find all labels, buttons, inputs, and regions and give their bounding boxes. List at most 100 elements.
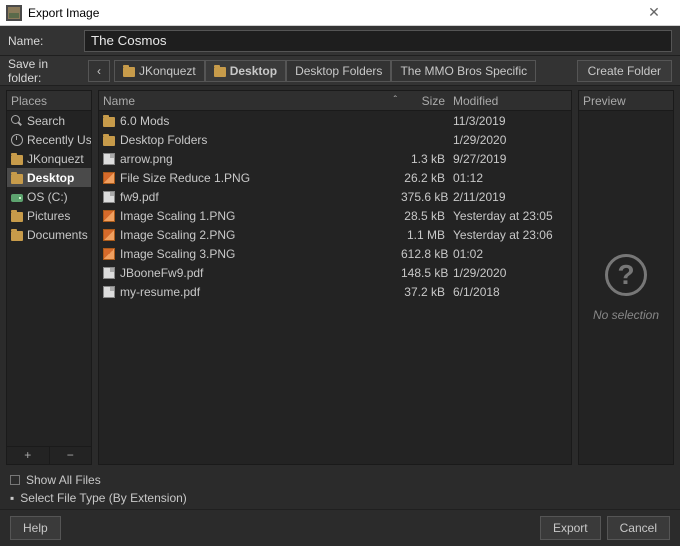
file-size: 1.3 kB	[401, 152, 453, 166]
file-row[interactable]: Desktop Folders1/29/2020	[99, 130, 571, 149]
img-icon	[103, 210, 115, 222]
file-name: Image Scaling 2.PNG	[120, 228, 235, 242]
path-segment-label: JKonquezt	[139, 64, 196, 78]
show-all-files-checkbox[interactable]	[10, 475, 20, 485]
path-segment-3[interactable]: The MMO Bros Specific	[391, 60, 536, 82]
col-name-header[interactable]: Name	[103, 94, 135, 108]
file-row[interactable]: Image Scaling 2.PNG 1.1 MBYesterday at 23…	[99, 225, 571, 244]
main-area: Places Search Recently Us… JKonquezt Deskto…	[0, 86, 680, 469]
clock-icon	[11, 134, 23, 146]
folder-icon	[11, 231, 23, 241]
file-name: fw9.pdf	[120, 190, 159, 204]
path-segment-2[interactable]: Desktop Folders	[286, 60, 391, 82]
file-size: 375.6 kB	[401, 190, 453, 204]
files-panel: Name ˆ Size Modified 6.0 Mods 11/3/2019 De…	[98, 90, 572, 465]
file-size: 26.2 kB	[401, 171, 453, 185]
places-item-os-c-[interactable]: OS (C:)	[7, 187, 91, 206]
folder-icon	[11, 212, 23, 222]
doc-icon	[103, 153, 115, 165]
places-item-pictures[interactable]: Pictures	[7, 206, 91, 225]
search-icon	[11, 115, 23, 127]
file-name: Image Scaling 3.PNG	[120, 247, 235, 261]
img-icon	[103, 172, 115, 184]
file-name: my-resume.pdf	[120, 285, 200, 299]
file-modified: 6/1/2018	[453, 285, 567, 299]
path-segment-1[interactable]: Desktop	[205, 60, 286, 82]
file-row[interactable]: arrow.png1.3 kB9/27/2019	[99, 149, 571, 168]
places-item-desktop[interactable]: Desktop	[7, 168, 91, 187]
file-size: 37.2 kB	[401, 285, 453, 299]
col-modified-header[interactable]: Modified	[453, 94, 567, 108]
file-row[interactable]: fw9.pdf 375.6 kB2/11/2019	[99, 187, 571, 206]
doc-icon	[103, 191, 115, 203]
file-row[interactable]: Image Scaling 3.PNG612.8 kB01:02	[99, 244, 571, 263]
path-segment-label: Desktop Folders	[295, 64, 382, 78]
folder-icon	[11, 174, 23, 184]
places-header[interactable]: Places	[7, 91, 91, 111]
doc-icon	[103, 286, 115, 298]
close-button[interactable]: ✕	[634, 4, 674, 21]
show-all-files-label: Show All Files	[26, 473, 101, 487]
file-name: File Size Reduce 1.PNG	[120, 171, 250, 185]
file-row[interactable]: 6.0 Mods 11/3/2019	[99, 111, 571, 130]
file-size: 612.8 kB	[401, 247, 453, 261]
preview-header: Preview	[579, 91, 673, 111]
file-name: arrow.png	[120, 152, 173, 166]
path-segment-0[interactable]: JKonquezt	[114, 60, 205, 82]
export-button[interactable]: Export	[540, 516, 601, 540]
file-modified: 1/29/2020	[453, 266, 567, 280]
file-name: 6.0 Mods	[120, 114, 169, 128]
path-back-button[interactable]: ‹	[88, 60, 110, 82]
folder-icon	[103, 136, 115, 146]
file-size: 28.5 kB	[401, 209, 453, 223]
places-footer: + −	[7, 446, 91, 464]
file-size: 148.5 kB	[401, 266, 453, 280]
name-row: Name:	[0, 26, 680, 56]
doc-icon	[103, 267, 115, 279]
footer: Help Export Cancel	[0, 509, 680, 546]
places-item-label: Search	[27, 114, 65, 128]
file-name: Desktop Folders	[120, 133, 207, 147]
folder-icon	[214, 67, 226, 77]
save-in-folder-label: Save in folder:	[8, 57, 84, 85]
app-icon	[6, 5, 22, 21]
select-file-type-expander[interactable]: ▪ Select File Type (By Extension)	[10, 491, 670, 505]
file-modified: 2/11/2019	[453, 190, 567, 204]
places-item-documents[interactable]: Documents	[7, 225, 91, 244]
preview-placeholder-icon: ?	[605, 254, 647, 296]
folder-icon	[103, 117, 115, 127]
places-item-search[interactable]: Search	[7, 111, 91, 130]
path-segment-label: Desktop	[230, 64, 277, 78]
places-item-label: Recently Us…	[27, 133, 91, 147]
file-modified: 01:12	[453, 171, 567, 185]
preview-no-selection-label: No selection	[593, 308, 659, 322]
file-name: Image Scaling 1.PNG	[120, 209, 235, 223]
path-segment-label: The MMO Bros Specific	[400, 64, 527, 78]
places-remove-button[interactable]: −	[50, 447, 92, 464]
file-row[interactable]: Image Scaling 1.PNG28.5 kBYesterday at 2…	[99, 206, 571, 225]
img-icon	[103, 248, 115, 260]
file-modified: Yesterday at 23:06	[453, 228, 567, 242]
places-panel: Places Search Recently Us… JKonquezt Deskto…	[6, 90, 92, 465]
create-folder-button[interactable]: Create Folder	[577, 60, 672, 82]
file-row[interactable]: JBooneFw9.pdf148.5 kB1/29/2020	[99, 263, 571, 282]
titlebar: Export Image ✕	[0, 0, 680, 26]
col-size-header[interactable]: Size	[401, 94, 453, 108]
file-row[interactable]: File Size Reduce 1.PNG 26.2 kB01:12	[99, 168, 571, 187]
places-item-label: JKonquezt	[27, 152, 84, 166]
places-item-recently-us-[interactable]: Recently Us…	[7, 130, 91, 149]
name-label: Name:	[8, 34, 84, 48]
places-item-label: Pictures	[27, 209, 70, 223]
places-item-label: OS (C:)	[27, 190, 68, 204]
places-item-jkonquezt[interactable]: JKonquezt	[7, 149, 91, 168]
places-add-button[interactable]: +	[7, 447, 50, 464]
filename-input[interactable]	[84, 30, 672, 52]
file-size: 1.1 MB	[401, 228, 453, 242]
cancel-button[interactable]: Cancel	[607, 516, 670, 540]
file-row[interactable]: my-resume.pdf 37.2 kB6/1/2018	[99, 282, 571, 301]
file-modified: 11/3/2019	[453, 114, 567, 128]
folder-row: Save in folder: ‹ JKonquezt Desktop Deskto…	[0, 56, 680, 86]
help-button[interactable]: Help	[10, 516, 61, 540]
select-file-type-label: Select File Type (By Extension)	[20, 491, 187, 505]
sort-indicator-icon: ˆ	[394, 95, 397, 106]
